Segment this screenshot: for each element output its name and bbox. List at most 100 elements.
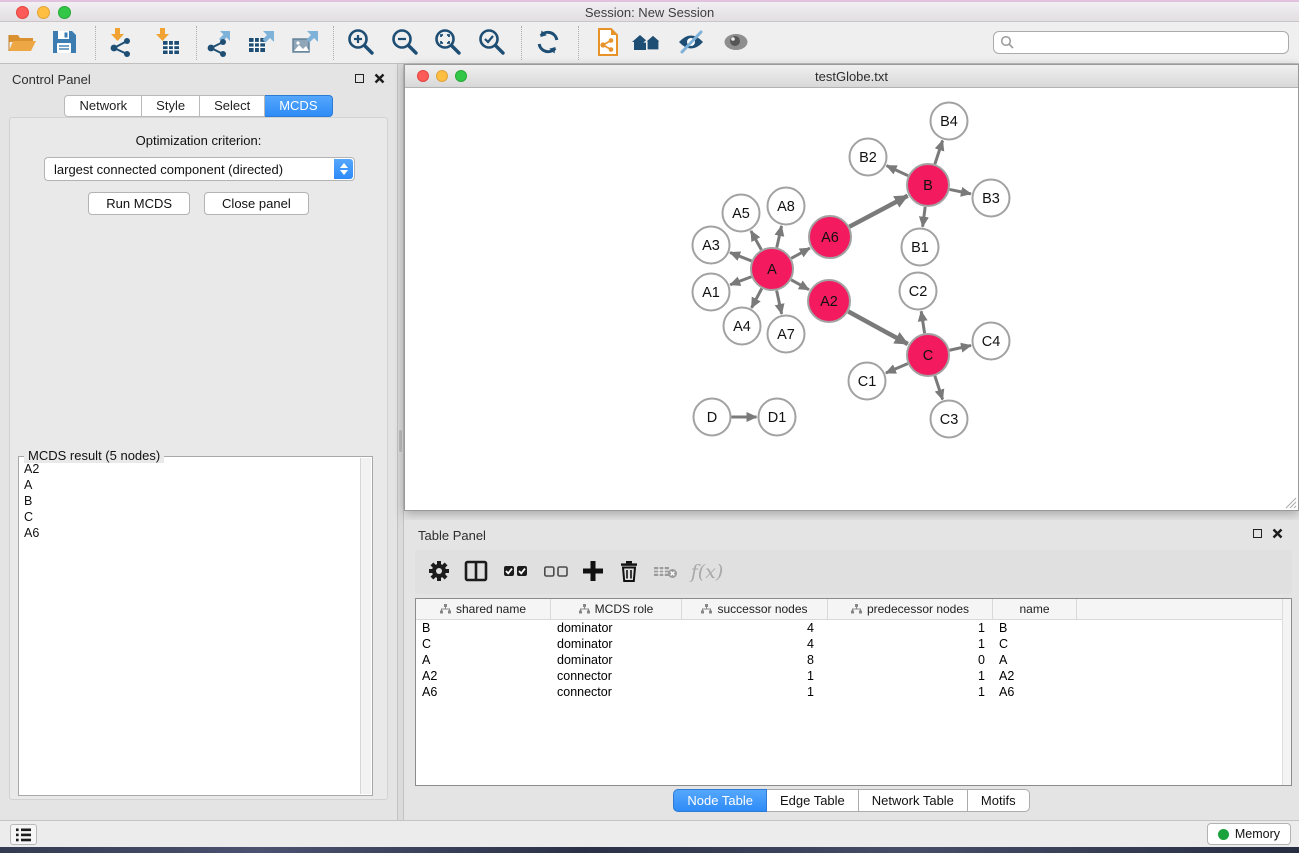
table-row[interactable]: Adominator80A [416, 652, 1291, 668]
edge-A-A5[interactable] [751, 231, 761, 250]
result-item[interactable]: B [20, 493, 360, 509]
result-item[interactable]: A6 [20, 525, 360, 541]
column-header-MCDS-role[interactable]: MCDS role [551, 599, 682, 619]
node-B1[interactable]: B1 [902, 229, 939, 266]
tab-edge-table[interactable]: Edge Table [767, 789, 859, 812]
node-D[interactable]: D [694, 399, 731, 436]
tab-style[interactable]: Style [142, 95, 200, 117]
node-A[interactable]: A [751, 248, 793, 290]
edge-C-C4[interactable] [949, 345, 971, 350]
node-A6[interactable]: A6 [809, 216, 851, 258]
tab-node-table[interactable]: Node Table [673, 789, 767, 812]
edge-A-A1[interactable] [730, 277, 751, 285]
tab-network-table[interactable]: Network Table [859, 789, 968, 812]
table-scrollbar[interactable] [1282, 599, 1291, 785]
zoom-selected-button[interactable] [474, 27, 510, 59]
float-panel-button[interactable] [355, 74, 364, 83]
node-C4[interactable]: C4 [973, 323, 1010, 360]
node-C3[interactable]: C3 [931, 401, 968, 438]
result-item[interactable]: C [20, 509, 360, 525]
node-A1[interactable]: A1 [693, 274, 730, 311]
column-header-shared-name[interactable]: shared name [416, 599, 551, 619]
node-A3[interactable]: A3 [693, 227, 730, 264]
zoom-fit-button[interactable] [430, 27, 466, 59]
tab-motifs[interactable]: Motifs [968, 789, 1030, 812]
result-list-scrollbar[interactable] [360, 458, 371, 794]
node-D1[interactable]: D1 [759, 399, 796, 436]
column-header-successor-nodes[interactable]: successor nodes [682, 599, 828, 619]
column-header-predecessor-nodes[interactable]: predecessor nodes [828, 599, 993, 619]
table-row[interactable]: Cdominator41C [416, 636, 1291, 652]
node-A2[interactable]: A2 [808, 280, 850, 322]
edge-A-A7[interactable] [777, 291, 782, 314]
show-all-button[interactable] [718, 27, 754, 59]
search-input[interactable] [1015, 35, 1288, 50]
edge-B-B1[interactable] [923, 207, 926, 227]
zoom-in-button[interactable] [343, 27, 379, 59]
edge-A6-B[interactable] [849, 196, 907, 227]
table-row[interactable]: A2connector11A2 [416, 668, 1291, 684]
home-button[interactable] [629, 27, 665, 59]
task-history-button[interactable] [10, 824, 37, 845]
network-canvas[interactable]: B4B2BB3A8A5A6A3B1AA1C2A2A4A7C4CC1C3DD1 [405, 88, 1298, 510]
node-B3[interactable]: B3 [973, 180, 1010, 217]
table-row[interactable]: A6connector11A6 [416, 684, 1291, 700]
node-C[interactable]: C [907, 334, 949, 376]
node-C2[interactable]: C2 [900, 273, 937, 310]
close-mcds-panel-button[interactable]: Close panel [204, 192, 309, 215]
node-B2[interactable]: B2 [850, 139, 887, 176]
export-network-button[interactable] [201, 27, 237, 59]
save-session-button[interactable] [46, 27, 82, 59]
tab-mcds[interactable]: MCDS [265, 95, 332, 117]
edge-C-C3[interactable] [935, 376, 943, 400]
optimization-criterion-select[interactable]: largest connected component (directed) [44, 157, 355, 181]
function-builder-button[interactable]: f(x) [687, 558, 727, 586]
import-network-from-database-button[interactable] [589, 27, 625, 59]
edge-A-A4[interactable] [752, 288, 762, 307]
hide-selected-button[interactable] [673, 27, 709, 59]
panel-splitter[interactable] [397, 64, 404, 820]
delete-table-button[interactable] [652, 558, 680, 586]
show-column-panel-button[interactable] [462, 558, 490, 586]
close-table-panel-icon[interactable] [1272, 528, 1283, 539]
edge-A-A2[interactable] [791, 280, 809, 290]
edge-C-C1[interactable] [886, 364, 908, 373]
select-all-columns-button[interactable] [502, 558, 530, 586]
result-item[interactable]: A [20, 477, 360, 493]
create-new-column-button[interactable] [579, 558, 607, 586]
table-options-button[interactable] [425, 558, 453, 586]
apply-layout-button[interactable] [530, 27, 566, 59]
edge-A-A6[interactable] [791, 248, 810, 258]
column-header-name[interactable]: name [993, 599, 1077, 619]
node-A8[interactable]: A8 [768, 188, 805, 225]
node-B[interactable]: B [907, 164, 949, 206]
edge-B-B2[interactable] [887, 166, 908, 176]
tab-network[interactable]: Network [64, 95, 142, 117]
import-network-button[interactable] [103, 27, 139, 59]
edge-C-C2[interactable] [921, 311, 924, 333]
node-A4[interactable]: A4 [724, 308, 761, 345]
unselect-all-columns-button[interactable] [542, 558, 570, 586]
close-panel-icon[interactable] [374, 73, 385, 84]
node-A5[interactable]: A5 [723, 195, 760, 232]
open-session-button[interactable] [4, 27, 40, 59]
delete-columns-button[interactable] [615, 558, 643, 586]
tab-select[interactable]: Select [200, 95, 265, 117]
table-row[interactable]: Bdominator41B [416, 620, 1291, 636]
import-table-button[interactable] [149, 27, 185, 59]
edge-B-B3[interactable] [950, 189, 971, 193]
edge-B-B4[interactable] [935, 140, 943, 164]
node-B4[interactable]: B4 [931, 103, 968, 140]
mcds-result-list[interactable]: A2ABCA6 [20, 461, 360, 794]
resize-grip-icon[interactable] [1284, 496, 1297, 509]
result-item[interactable]: A2 [20, 461, 360, 477]
export-image-button[interactable] [287, 27, 323, 59]
float-table-panel-button[interactable] [1253, 529, 1262, 538]
edge-A-A3[interactable] [730, 253, 751, 261]
node-C1[interactable]: C1 [849, 363, 886, 400]
edge-A2-C[interactable] [848, 312, 907, 344]
export-table-button[interactable] [243, 27, 279, 59]
edge-A-A8[interactable] [777, 226, 782, 248]
zoom-out-button[interactable] [387, 27, 423, 59]
memory-button[interactable]: Memory [1207, 823, 1291, 845]
